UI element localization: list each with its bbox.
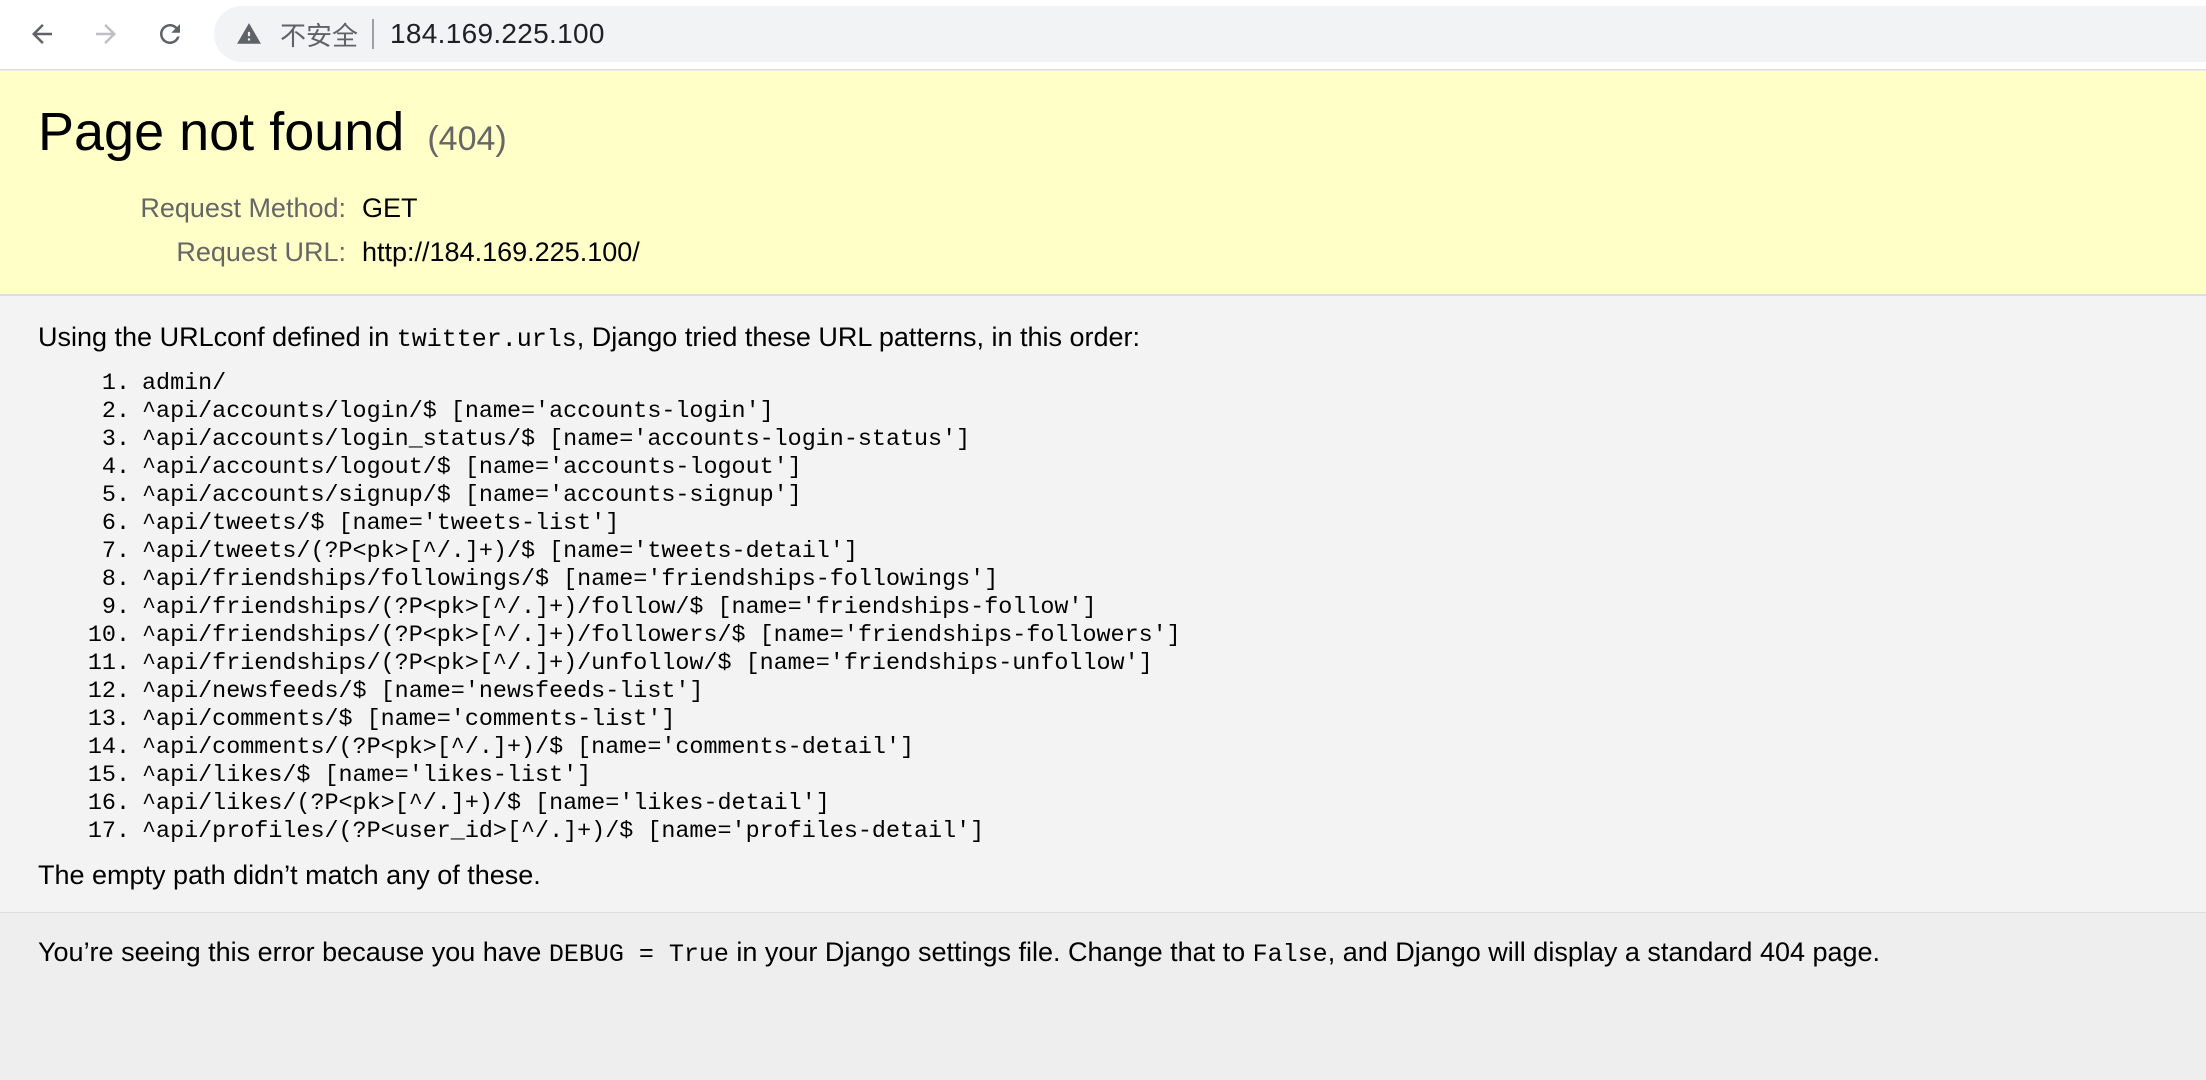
url-pattern-text: ^api/profiles/(?P<user_id>[^/.]+)/$ [nam… (142, 819, 985, 845)
reload-icon (160, 24, 180, 44)
url-text[interactable]: 184.169.225.100 (390, 18, 605, 50)
address-separator (372, 19, 375, 49)
url-pattern-text: ^api/friendships/(?P<pk>[^/.]+)/unfollow… (142, 651, 1153, 677)
url-pattern-number: 17. (87, 819, 130, 845)
url-pattern-number: 7. (101, 539, 130, 565)
url-pattern-number: 6. (101, 511, 130, 537)
url-pattern-text: ^api/friendships/(?P<pk>[^/.]+)/follower… (142, 623, 1181, 649)
explanation-part-1: You’re seeing this error because you hav… (38, 937, 549, 967)
request-method-label: Request Method: (140, 193, 346, 223)
url-pattern-number: 5. (101, 483, 130, 509)
security-status-label[interactable]: 不安全 (280, 16, 358, 53)
url-pattern-text: ^api/likes/$ [name='likes-list'] (142, 763, 592, 789)
false-value-code: False (1252, 940, 1328, 969)
error-summary: Page not found (404) Request Method: GET… (0, 71, 2206, 295)
url-pattern-number: 12. (87, 679, 130, 705)
url-pattern-text: ^api/accounts/login_status/$ [name='acco… (142, 427, 971, 453)
request-method-value: GET (362, 193, 418, 223)
url-pattern-text: ^api/comments/$ [name='comments-list'] (142, 707, 676, 733)
url-pattern-text: ^api/likes/(?P<pk>[^/.]+)/$ [name='likes… (142, 791, 830, 817)
warning-icon[interactable] (236, 20, 264, 48)
url-pattern-number: 10. (87, 623, 130, 649)
url-pattern-number: 8. (101, 567, 130, 593)
page-title-text: Page not found (38, 102, 405, 162)
url-pattern-text: ^api/friendships/(?P<pk>[^/.]+)/follow/$… (142, 595, 1097, 621)
url-pattern-number: 13. (87, 707, 130, 733)
page-title: Page not found (404) (38, 105, 507, 159)
url-pattern-number: 3. (101, 427, 130, 453)
explanation-part-2: in your Django settings file. Change tha… (728, 937, 1253, 967)
debug-explanation: You’re seeing this error because you hav… (0, 912, 2206, 1080)
url-pattern-text: ^api/tweets/$ [name='tweets-list'] (142, 511, 620, 537)
url-pattern-text: ^api/accounts/signup/$ [name='accounts-s… (142, 483, 802, 509)
arrow-right-icon (96, 24, 116, 44)
reload-button[interactable] (150, 14, 190, 54)
url-pattern-text: ^api/tweets/(?P<pk>[^/.]+)/$ [name='twee… (142, 539, 858, 565)
request-url-label: Request URL: (176, 237, 346, 267)
arrow-left-icon (32, 24, 52, 44)
url-pattern-text: ^api/accounts/login/$ [name='accounts-lo… (142, 399, 774, 425)
url-pattern-number: 14. (87, 735, 130, 761)
debug-setting-code: DEBUG = True (548, 940, 729, 969)
debug-explanation-text: You’re seeing this error because you hav… (38, 937, 1881, 969)
url-pattern-text: ^api/friendships/followings/$ [name='fri… (142, 567, 999, 593)
intro-text-after: , Django tried these URL patterns, in th… (576, 322, 1141, 352)
url-pattern-number: 16. (87, 791, 130, 817)
request-url-value: http://184.169.225.100/ (362, 237, 640, 267)
info-section: Using the URLconf defined in twitter.url… (0, 295, 2206, 913)
urlconf-name: twitter.urls (396, 325, 577, 354)
url-pattern-number: 4. (101, 455, 130, 481)
url-pattern-number: 15. (87, 763, 130, 789)
no-match-message: The empty path didn’t match any of these… (38, 860, 541, 890)
forward-button[interactable] (86, 14, 126, 54)
status-code: (404) (427, 120, 507, 158)
url-pattern-text: ^api/newsfeeds/$ [name='newsfeeds-list'] (142, 679, 704, 705)
url-pattern-number: 9. (101, 595, 130, 621)
url-pattern-text: ^api/accounts/logout/$ [name='accounts-l… (142, 455, 802, 481)
browser-toolbar: 不安全 184.169.225.100 (0, 0, 2206, 70)
url-pattern-text: admin/ (142, 371, 227, 397)
urlconf-intro: Using the URLconf defined in twitter.url… (38, 322, 1141, 354)
url-pattern-number: 1. (101, 371, 130, 397)
url-pattern-number: 11. (87, 651, 130, 677)
url-pattern-number: 2. (101, 399, 130, 425)
intro-text-before: Using the URLconf defined in (38, 322, 397, 352)
explanation-part-3: , and Django will display a standard 404… (1327, 937, 1881, 967)
url-pattern-text: ^api/comments/(?P<pk>[^/.]+)/$ [name='co… (142, 735, 915, 761)
address-bar[interactable]: 不安全 184.169.225.100 (214, 6, 2206, 62)
back-button[interactable] (22, 14, 62, 54)
